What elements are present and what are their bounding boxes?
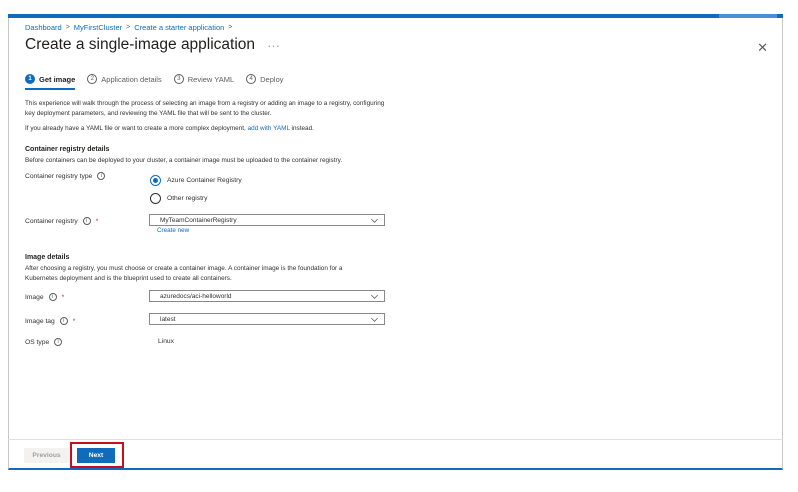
highlight-box [70,442,124,468]
breadcrumb-separator: > [126,24,131,31]
intro-yaml-text: If you already have a YAML file or want … [25,125,248,132]
image-label-text: Image [25,293,44,301]
image-section-description: After choosing a registry, you must choo… [25,265,343,282]
required-asterisk: * [72,317,76,325]
os-type-label: OS type i [25,338,63,346]
tab-label: Application details [101,74,162,84]
more-options-icon[interactable]: ··· [267,38,280,53]
required-asterisk: * [95,217,99,225]
breadcrumb-cluster[interactable]: MyFirstCluster [74,23,122,32]
tab-label: Deploy [260,74,284,84]
info-icon[interactable]: i [59,317,68,325]
breadcrumb-separator: > [228,24,233,31]
close-icon[interactable]: ✕ [757,41,768,54]
wizard-steps: 1 Get image 2 Application details 3 Revi… [25,74,296,90]
container-registry-label-text: Container registry [25,217,78,225]
image-label: Image i * [25,293,64,301]
page-title: Create a single-image application ··· [25,36,280,54]
info-icon[interactable]: i [82,217,91,225]
dropdown-value: azuredocs/aci-helloworld [160,292,232,300]
radio-label: Other registry [167,195,208,202]
registry-type-label: Container registry type i [25,172,106,180]
registry-section-description: Before containers can be deployed to you… [25,157,343,164]
image-tag-label: Image tag i * [25,317,75,325]
info-icon[interactable]: i [97,172,106,180]
radio-other-registry[interactable]: Other registry [150,193,208,204]
os-type-label-text: OS type [25,338,50,346]
page-title-text: Create a single-image application [25,36,256,53]
chevron-down-icon [371,218,378,223]
breadcrumb-dashboard[interactable]: Dashboard [25,23,62,32]
breadcrumb: Dashboard > MyFirstCluster > Create a st… [25,23,236,32]
container-registry-dropdown[interactable]: MyTeamContainerRegistry [149,214,385,226]
info-icon[interactable]: i [48,293,57,301]
required-asterisk: * [61,293,65,301]
image-dropdown[interactable]: azuredocs/aci-helloworld [149,290,385,302]
tab-review-yaml[interactable]: 3 Review YAML [173,74,235,84]
previous-button[interactable]: Previous [24,448,69,463]
step-number-badge: 4 [246,74,257,84]
breadcrumb-create-app[interactable]: Create a starter application [134,23,224,32]
blade-panel: Dashboard > MyFirstCluster > Create a st… [8,18,783,470]
registry-section-heading: Container registry details [25,146,110,153]
image-tag-dropdown[interactable]: latest [149,313,385,325]
tab-label: Review YAML [187,74,235,84]
image-tag-label-text: Image tag [25,317,55,325]
add-with-yaml-link[interactable]: add with YAML [248,125,290,132]
chevron-down-icon [371,294,378,299]
step-number-badge: 1 [25,74,35,84]
radio-label: Azure Container Registry [167,177,242,184]
step-number-badge: 3 [173,74,184,84]
intro-yaml-note: If you already have a YAML file or want … [25,124,445,134]
intro-description: This experience will walk through the pr… [25,100,385,117]
registry-type-label-text: Container registry type [25,172,93,180]
breadcrumb-separator: > [65,24,70,31]
tab-deploy[interactable]: 4 Deploy [246,74,284,84]
tab-get-image[interactable]: 1 Get image [25,74,76,90]
radio-circle [150,175,161,186]
radio-azure-container-registry[interactable]: Azure Container Registry [150,175,242,186]
os-type-value: Linux [158,338,174,345]
chevron-down-icon [371,317,378,322]
intro-yaml-suffix: instead. [289,125,314,132]
container-registry-label: Container registry i * [25,217,98,225]
create-new-link[interactable]: Create new [157,227,189,234]
tab-application-details[interactable]: 2 Application details [87,74,162,84]
dropdown-value: latest [160,315,176,323]
info-icon[interactable]: i [54,338,63,346]
footer-divider [8,439,783,440]
tab-label: Get image [39,74,76,84]
dropdown-value: MyTeamContainerRegistry [160,216,237,224]
radio-circle [150,193,161,204]
image-section-heading: Image details [25,254,70,261]
step-number-badge: 2 [87,74,98,84]
